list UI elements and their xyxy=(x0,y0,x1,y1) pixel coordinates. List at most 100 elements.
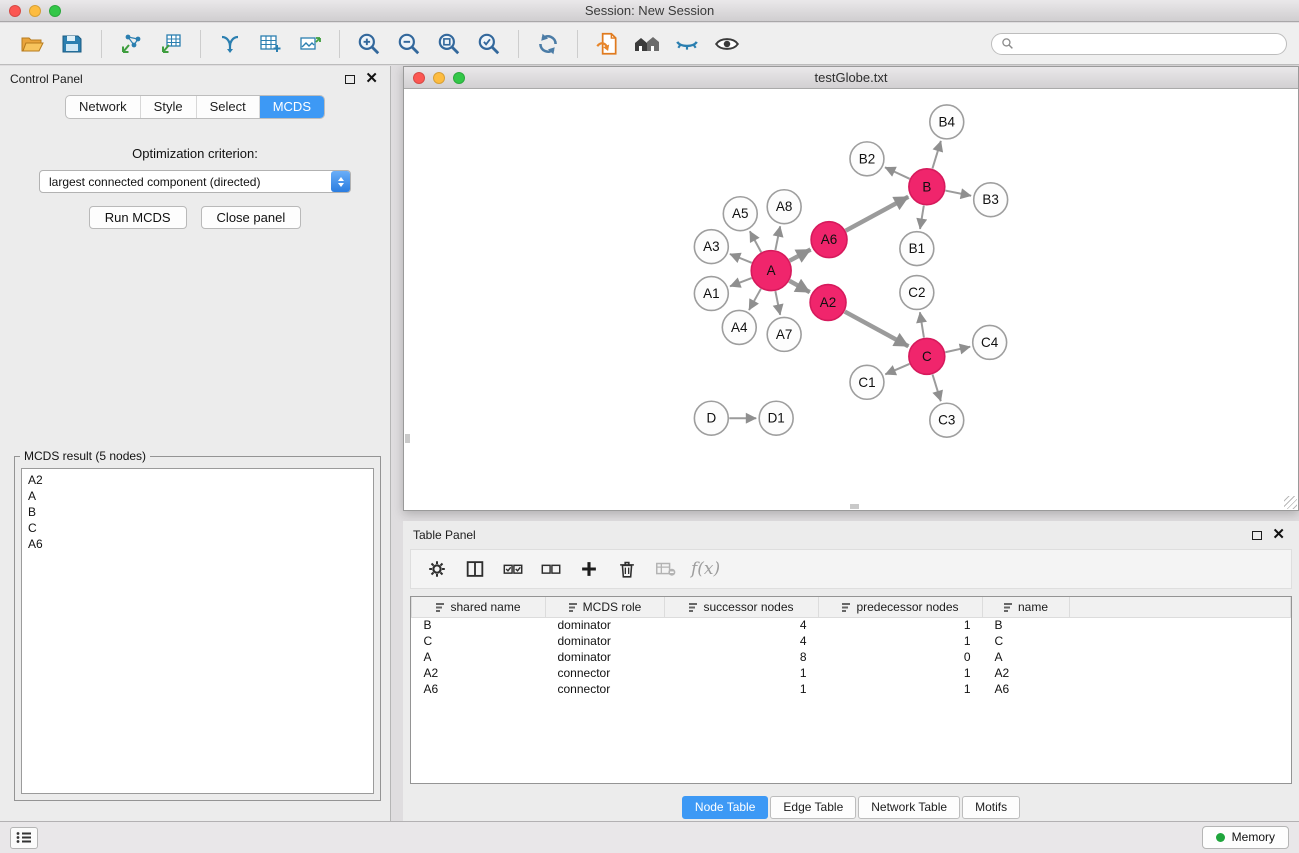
table-row[interactable]: Bdominator41B xyxy=(412,617,1291,633)
ndex-button[interactable] xyxy=(627,27,667,61)
table-row[interactable]: A2connector11A2 xyxy=(412,665,1291,681)
table-cell[interactable]: 4 xyxy=(665,633,819,649)
network-edge[interactable] xyxy=(730,278,752,286)
minimize-window-icon[interactable] xyxy=(29,5,41,17)
table-cell[interactable]: connector xyxy=(546,665,665,681)
delete-column-button[interactable] xyxy=(609,553,645,585)
column-header[interactable]: shared name xyxy=(412,597,546,617)
network-node[interactable]: A xyxy=(751,251,791,291)
close-window-icon[interactable] xyxy=(413,72,425,84)
network-edge[interactable] xyxy=(933,374,941,401)
network-node[interactable]: B xyxy=(909,169,945,205)
result-item[interactable]: B xyxy=(28,504,367,520)
table-row[interactable]: Cdominator41C xyxy=(412,633,1291,649)
tab-select[interactable]: Select xyxy=(197,96,260,118)
mcds-result-list[interactable]: A2ABCA6 xyxy=(21,468,374,794)
table-cell[interactable]: 4 xyxy=(665,617,819,633)
zoom-selected-button[interactable] xyxy=(469,27,509,61)
search-field[interactable] xyxy=(991,33,1287,55)
float-panel-icon[interactable] xyxy=(1252,531,1262,540)
network-node[interactable]: B3 xyxy=(974,183,1008,217)
table-cell[interactable]: A2 xyxy=(983,665,1070,681)
table-cell[interactable]: dominator xyxy=(546,649,665,665)
network-edge[interactable] xyxy=(789,281,809,292)
network-table-button[interactable] xyxy=(250,27,290,61)
network-edge[interactable] xyxy=(945,347,970,353)
table-row[interactable]: Adominator80A xyxy=(412,649,1291,665)
table-cell[interactable]: dominator xyxy=(546,617,665,633)
network-node[interactable]: A1 xyxy=(694,277,728,311)
resize-grip[interactable] xyxy=(1284,496,1297,509)
network-node[interactable]: A7 xyxy=(767,317,801,351)
tab-network[interactable]: Network xyxy=(66,96,141,118)
zoom-in-button[interactable] xyxy=(349,27,389,61)
network-edge[interactable] xyxy=(920,312,924,337)
network-edge[interactable] xyxy=(845,312,909,347)
column-header[interactable]: predecessor nodes xyxy=(819,597,983,617)
import-document-button[interactable] xyxy=(587,27,627,61)
network-node[interactable]: A2 xyxy=(810,285,846,321)
zoom-fit-button[interactable] xyxy=(429,27,469,61)
export-image-button[interactable] xyxy=(290,27,330,61)
table-cell[interactable]: A xyxy=(983,649,1070,665)
table-cell[interactable]: 1 xyxy=(819,665,983,681)
network-edge[interactable] xyxy=(750,231,761,252)
table-cell[interactable]: connector xyxy=(546,681,665,697)
close-panel-icon[interactable]: ✕ xyxy=(365,74,378,84)
close-window-icon[interactable] xyxy=(9,5,21,17)
network-node[interactable]: B2 xyxy=(850,142,884,176)
tab-mcds[interactable]: MCDS xyxy=(260,96,324,118)
network-window-titlebar[interactable]: testGlobe.txt xyxy=(404,67,1298,89)
table-cell[interactable]: 0 xyxy=(819,649,983,665)
network-node[interactable]: C xyxy=(909,338,945,374)
table-cell[interactable]: B xyxy=(983,617,1070,633)
network-node[interactable]: A5 xyxy=(723,197,757,231)
task-history-button[interactable] xyxy=(10,827,38,849)
select-all-button[interactable] xyxy=(495,553,531,585)
tab-edge-table[interactable]: Edge Table xyxy=(770,796,856,819)
close-panel-button[interactable]: Close panel xyxy=(201,206,302,229)
hide-graphics-button[interactable] xyxy=(667,27,707,61)
open-session-button[interactable] xyxy=(12,27,52,61)
network-node[interactable]: B4 xyxy=(930,105,964,139)
table-cell[interactable]: A6 xyxy=(412,681,546,697)
criterion-dropdown[interactable]: largest connected component (directed) xyxy=(39,170,351,193)
refresh-button[interactable] xyxy=(528,27,568,61)
import-table-button[interactable] xyxy=(151,27,191,61)
network-graph[interactable]: B4B2BB3A5A8A6B1A3AC2A1A2A4A7C4CC1C3DD1 xyxy=(404,89,1298,510)
table-cell[interactable]: dominator xyxy=(546,633,665,649)
column-header[interactable]: name xyxy=(983,597,1070,617)
network-edge[interactable] xyxy=(846,197,909,231)
minimize-window-icon[interactable] xyxy=(433,72,445,84)
table-cell[interactable]: A2 xyxy=(412,665,546,681)
table-cell[interactable]: 1 xyxy=(665,681,819,697)
table-cell[interactable]: 1 xyxy=(819,681,983,697)
network-edge[interactable] xyxy=(885,167,910,178)
network-node[interactable]: B1 xyxy=(900,232,934,266)
run-mcds-button[interactable]: Run MCDS xyxy=(89,206,187,229)
network-node[interactable]: C4 xyxy=(973,325,1007,359)
network-node[interactable]: A3 xyxy=(694,230,728,264)
table-cell[interactable]: A6 xyxy=(983,681,1070,697)
network-node[interactable]: A8 xyxy=(767,190,801,224)
float-panel-icon[interactable] xyxy=(345,75,355,84)
add-column-button[interactable] xyxy=(571,553,607,585)
memory-button[interactable]: Memory xyxy=(1202,826,1289,849)
zoom-window-icon[interactable] xyxy=(453,72,465,84)
result-item[interactable]: A6 xyxy=(28,536,367,552)
network-node[interactable]: D1 xyxy=(759,401,793,435)
network-node[interactable]: C2 xyxy=(900,276,934,310)
zoom-window-icon[interactable] xyxy=(49,5,61,17)
table-row[interactable]: A6connector11A6 xyxy=(412,681,1291,697)
show-graphics-button[interactable] xyxy=(707,27,747,61)
network-node[interactable]: A4 xyxy=(722,310,756,344)
show-columns-button[interactable] xyxy=(457,553,493,585)
network-edge[interactable] xyxy=(730,254,752,263)
network-node[interactable]: D xyxy=(694,401,728,435)
network-node[interactable]: C3 xyxy=(930,403,964,437)
save-session-button[interactable] xyxy=(52,27,92,61)
network-edge[interactable] xyxy=(775,291,780,315)
table-cell[interactable]: 1 xyxy=(819,617,983,633)
network-edge[interactable] xyxy=(945,191,971,196)
result-item[interactable]: C xyxy=(28,520,367,536)
